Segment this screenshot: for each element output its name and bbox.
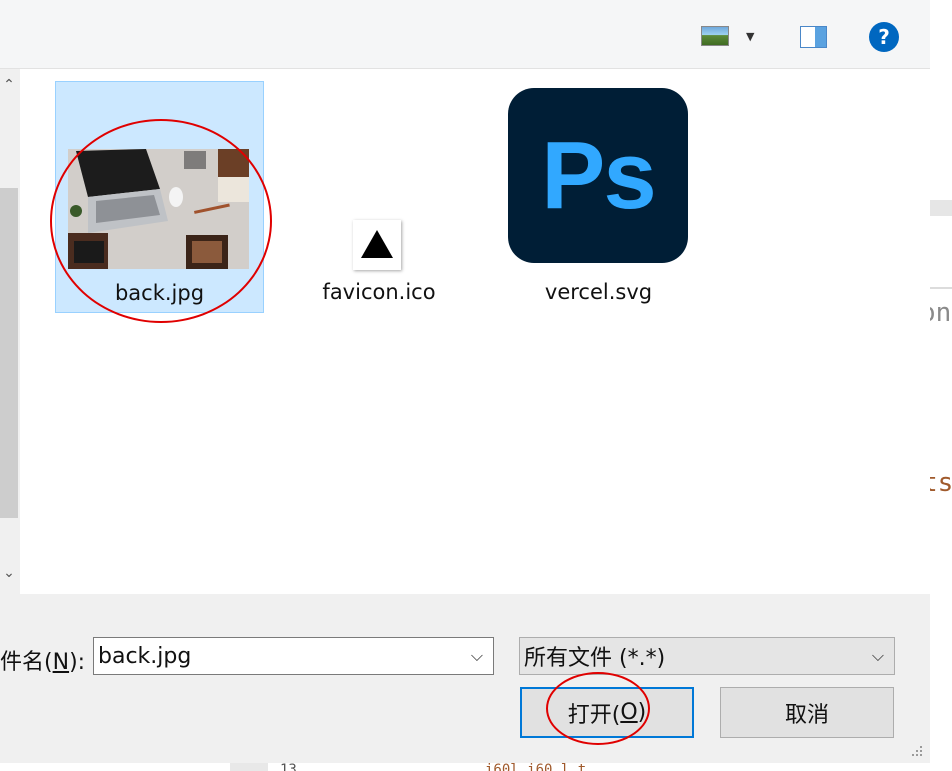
resize-grip-icon[interactable] (908, 742, 924, 758)
photoshop-icon-text: Ps (541, 121, 656, 229)
open-button[interactable]: 打开(O) (520, 687, 694, 738)
file-type-select[interactable]: 所有文件 (*.*) ⌵ (519, 637, 895, 675)
background-text: i60l.i60 l.t (485, 762, 587, 771)
scroll-down-icon[interactable]: ⌄ (0, 565, 18, 581)
cancel-button[interactable]: 取消 (720, 687, 894, 738)
chevron-down-icon[interactable]: ⌵ (872, 646, 884, 666)
scroll-up-icon[interactable]: ⌃ (0, 77, 18, 93)
background-bottom-strip (0, 763, 952, 771)
scrollbar-thumb[interactable] (0, 188, 18, 518)
file-item-vercel-svg[interactable]: Ps vercel.svg (494, 81, 703, 313)
photoshop-icon: Ps (508, 88, 688, 263)
background-text: 13 (280, 762, 297, 771)
view-options-icon[interactable] (701, 26, 729, 46)
file-item-label: favicon.ico (322, 280, 436, 304)
chevron-down-icon[interactable]: ⌵ (471, 646, 483, 666)
triangle-icon (353, 220, 401, 270)
preview-pane-icon[interactable] (800, 26, 827, 48)
background-editor: on ts (920, 0, 952, 771)
filename-label: 件名(N): (0, 650, 86, 675)
file-item-label: vercel.svg (544, 280, 653, 304)
filename-value: back.jpg (98, 643, 192, 669)
file-item-label: back.jpg (114, 281, 205, 305)
background-line (930, 200, 952, 216)
view-dropdown-icon[interactable]: ▼ (746, 30, 754, 43)
help-icon[interactable]: ? (869, 22, 899, 52)
photo-thumbnail (68, 149, 249, 269)
background-divider (930, 287, 952, 289)
filename-input[interactable]: back.jpg ⌵ (93, 637, 494, 675)
file-item-favicon-ico[interactable]: favicon.ico (304, 81, 454, 313)
open-file-dialog: ▼ ? ⌃ ⌄ back.jpg favicon.ico Ps vercel.s… (0, 0, 930, 763)
dialog-toolbar: ▼ ? (0, 0, 930, 69)
file-item-back-jpg[interactable]: back.jpg (55, 81, 264, 313)
file-type-value: 所有文件 (*.*) (524, 646, 666, 671)
